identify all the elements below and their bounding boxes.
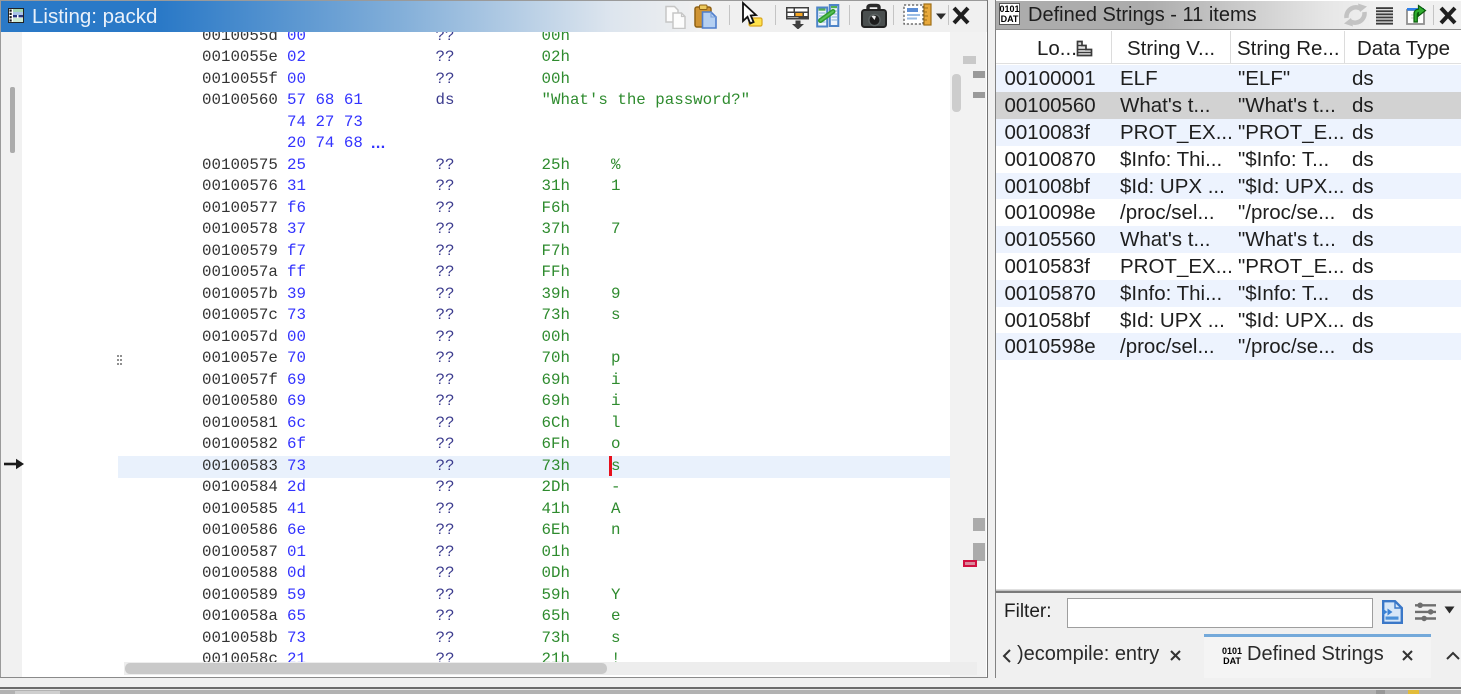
svg-text:0101: 0101	[1222, 646, 1242, 656]
svg-text:DAT: DAT	[1223, 656, 1241, 666]
svg-text:0101: 0101	[999, 4, 1019, 14]
svg-text:DAT: DAT	[1001, 14, 1019, 24]
